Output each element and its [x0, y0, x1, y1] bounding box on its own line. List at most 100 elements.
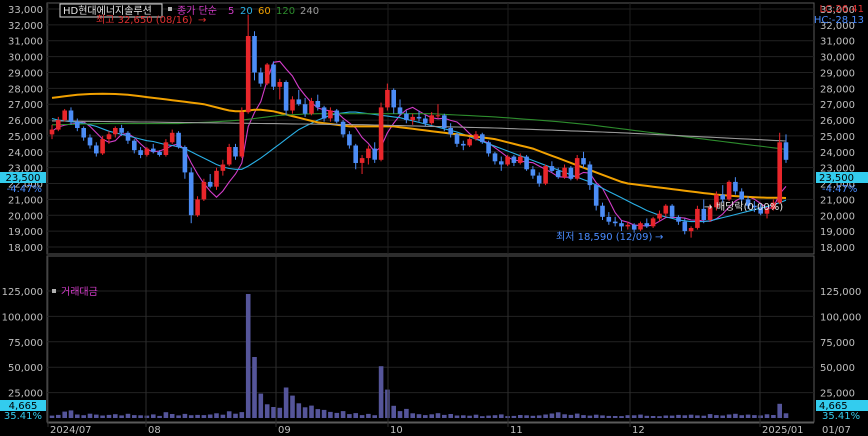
candle — [264, 64, 270, 84]
candle — [669, 205, 675, 217]
volume-bar — [207, 414, 213, 418]
candle — [505, 156, 510, 165]
candle — [568, 167, 574, 179]
candle — [68, 110, 74, 122]
candle — [372, 148, 377, 160]
candle — [467, 139, 472, 146]
candle — [119, 128, 124, 133]
right-volume-tick: 50,000 — [820, 363, 855, 374]
volume-bar — [239, 412, 245, 418]
candle — [378, 107, 384, 160]
candle — [56, 120, 61, 130]
candle — [138, 150, 143, 155]
candle — [169, 132, 175, 143]
right-volume-tick: 25,000 — [820, 389, 855, 400]
volume-bar — [404, 408, 409, 418]
candle — [277, 82, 283, 87]
volume-bar — [676, 414, 681, 418]
volume-panel-frame — [46, 255, 815, 423]
candle — [195, 199, 200, 216]
candle — [328, 110, 333, 119]
candle — [435, 115, 441, 117]
candle — [233, 147, 238, 157]
candle — [201, 181, 207, 200]
right-price-tick: 21,000 — [820, 195, 855, 206]
candle — [600, 205, 605, 217]
candle — [429, 115, 434, 124]
candle — [81, 128, 86, 138]
candle — [530, 169, 536, 176]
left-price-tick: 18,000 — [8, 243, 43, 254]
right-price-tick: 20,000 — [820, 211, 855, 222]
volume-bar — [638, 414, 643, 418]
left-price-tick: 29,000 — [8, 68, 43, 79]
volume-bar — [442, 414, 447, 418]
candle — [657, 213, 662, 219]
candle — [733, 181, 738, 192]
volume-bar — [359, 415, 365, 418]
candle — [87, 137, 93, 146]
volume-bar — [612, 416, 618, 418]
left-volume-tick: 125,000 — [2, 287, 43, 298]
candle — [410, 116, 415, 121]
stock-chart: 33,000 32,000 31,000 30,000 29,000 28,000 27,0… — [0, 2, 868, 436]
volume-bar — [62, 411, 67, 418]
volume-bar — [201, 415, 207, 418]
ma-line-60 — [51, 92, 787, 199]
candle — [353, 145, 358, 163]
volume-bar — [302, 407, 308, 418]
legend-ma-60: 60 — [258, 6, 271, 17]
volume-bar — [555, 412, 561, 418]
candle — [593, 185, 599, 206]
volume-bar — [657, 416, 662, 418]
candle — [157, 151, 162, 155]
candle — [638, 223, 643, 230]
volume-bar — [480, 416, 485, 418]
volume-bar — [366, 413, 371, 418]
volume-bar — [758, 415, 763, 418]
candle — [739, 191, 744, 200]
candle — [473, 134, 479, 140]
volume-bar — [163, 412, 169, 418]
candle — [442, 115, 447, 128]
volume-bar — [467, 415, 472, 418]
candle — [258, 72, 264, 84]
volume-bar — [132, 415, 137, 418]
volume-bar — [619, 416, 624, 418]
volume-bar — [75, 414, 80, 418]
candle — [518, 156, 523, 163]
volume-bar — [182, 413, 188, 418]
volume-bar — [347, 414, 352, 418]
candle — [252, 36, 257, 73]
candle — [49, 129, 55, 135]
right-price-tick: 31,000 — [820, 37, 855, 48]
volume-bar — [81, 415, 86, 418]
volume-bar — [568, 414, 574, 418]
low-arrow: → — [655, 232, 663, 243]
x-tick: 2024/07 — [50, 425, 92, 436]
candle — [688, 228, 694, 232]
candle — [94, 145, 99, 154]
volume-bar — [353, 413, 358, 418]
candle — [144, 148, 150, 155]
volume-bar — [321, 409, 327, 418]
volume-bar — [397, 411, 403, 418]
candle — [290, 99, 295, 111]
volume-bar — [49, 415, 55, 418]
volume-bar — [435, 413, 441, 418]
volume-bar — [195, 414, 200, 418]
volume-bar — [486, 415, 491, 418]
candle — [100, 139, 105, 154]
right-price-tick: 30,000 — [820, 53, 855, 64]
volume-bar — [423, 415, 428, 418]
candle — [682, 221, 688, 232]
volume-bar — [783, 413, 789, 418]
left-price-tick: 19,000 — [8, 227, 43, 238]
candle — [536, 175, 542, 184]
candle — [283, 82, 289, 111]
right-volume-tick: 100,000 — [820, 312, 861, 323]
volume-bar — [157, 415, 162, 418]
volume-bar — [644, 415, 650, 418]
candle — [214, 170, 219, 187]
volume-bar — [726, 414, 732, 418]
